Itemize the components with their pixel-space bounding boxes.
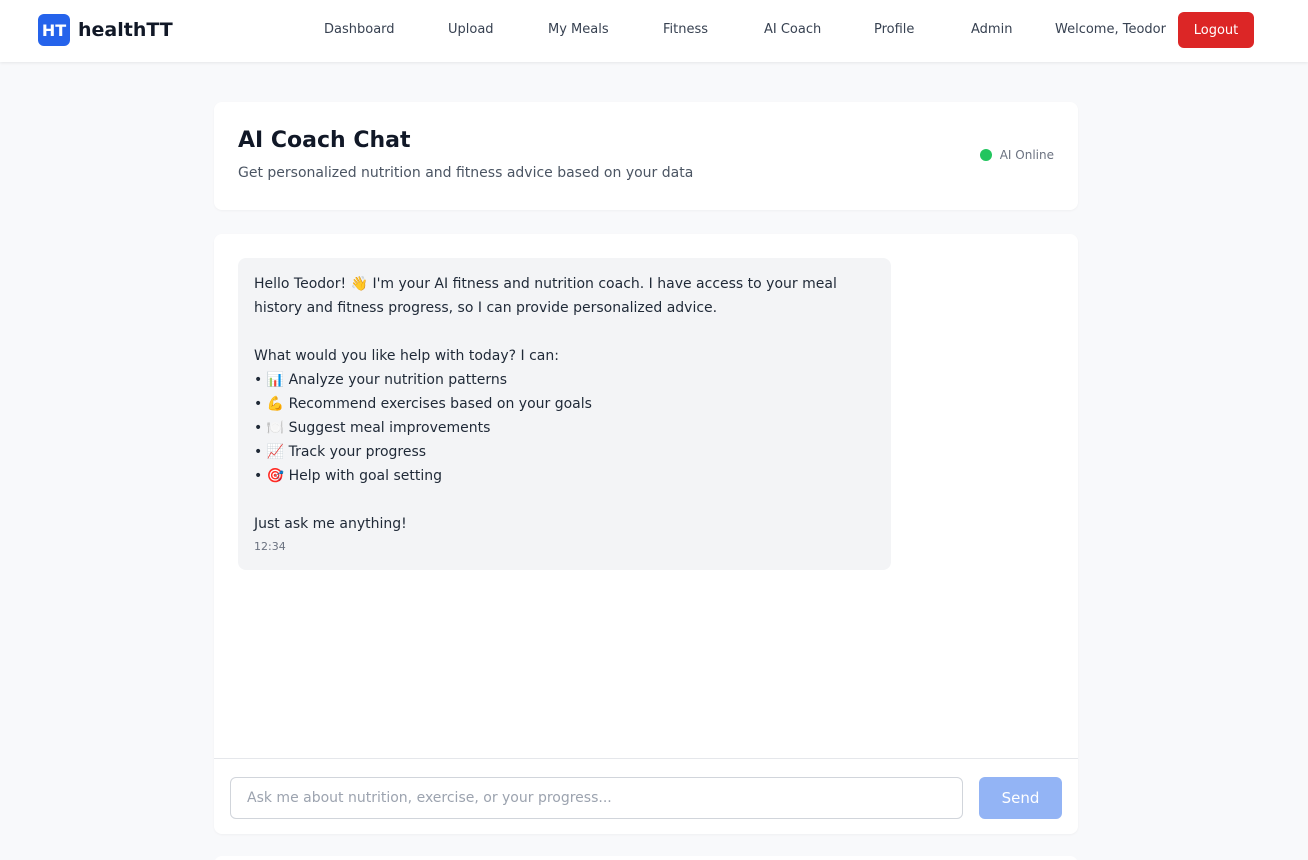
- nav-my-meals[interactable]: My Meals: [548, 20, 609, 40]
- nav-admin[interactable]: Admin: [971, 20, 1012, 40]
- brand-name: healthTT: [78, 19, 173, 41]
- message-list-item: • 📊 Analyze your nutrition patterns: [254, 372, 508, 388]
- message-timestamp: 12:34: [254, 540, 286, 553]
- message-list-item: • 🍽️ Suggest meal improvements: [254, 420, 491, 436]
- next-card-edge: [214, 856, 1078, 860]
- page-subtitle: Get personalized nutrition and fitness a…: [238, 165, 694, 181]
- nav-upload[interactable]: Upload: [448, 20, 494, 40]
- chat-input-bar: Send: [214, 758, 1078, 834]
- welcome-text: Welcome, Teodor: [1055, 22, 1166, 37]
- message-line: What would you like help with today? I c…: [254, 348, 559, 364]
- page-title: AI Coach Chat: [238, 128, 411, 153]
- message-list-item: • 💪 Recommend exercises based on your go…: [254, 396, 592, 412]
- top-navbar: HT healthTT Dashboard Upload My Meals Fi…: [0, 0, 1308, 62]
- message-list-item: • 🎯 Help with goal setting: [254, 468, 443, 484]
- chat-panel: Hello Teodor! 👋 I'm your AI fitness and …: [214, 234, 1078, 834]
- nav-profile[interactable]: Profile: [874, 20, 914, 40]
- message-line: Just ask me anything!: [254, 516, 407, 532]
- chat-input[interactable]: [230, 777, 963, 819]
- status-text: AI Online: [999, 148, 1054, 162]
- message-list-item: • 📈 Track your progress: [254, 444, 427, 460]
- message-line: Hello Teodor! 👋 I'm your AI fitness and …: [254, 276, 837, 292]
- online-dot-icon: [979, 149, 992, 161]
- brand-logo: HT: [38, 14, 70, 46]
- logout-button[interactable]: Logout: [1178, 12, 1254, 48]
- nav-fitness[interactable]: Fitness: [663, 20, 708, 40]
- message-line: history and fitness progress, so I can p…: [254, 300, 718, 316]
- ai-message-bubble: Hello Teodor! 👋 I'm your AI fitness and …: [238, 258, 891, 570]
- chat-header-card: AI Coach Chat Get personalized nutrition…: [214, 102, 1078, 210]
- send-button[interactable]: Send: [979, 777, 1062, 819]
- brand[interactable]: HT healthTT: [38, 14, 173, 46]
- nav-dashboard[interactable]: Dashboard: [324, 20, 395, 40]
- nav-ai-coach[interactable]: AI Coach: [764, 20, 821, 40]
- ai-status: AI Online: [979, 148, 1054, 162]
